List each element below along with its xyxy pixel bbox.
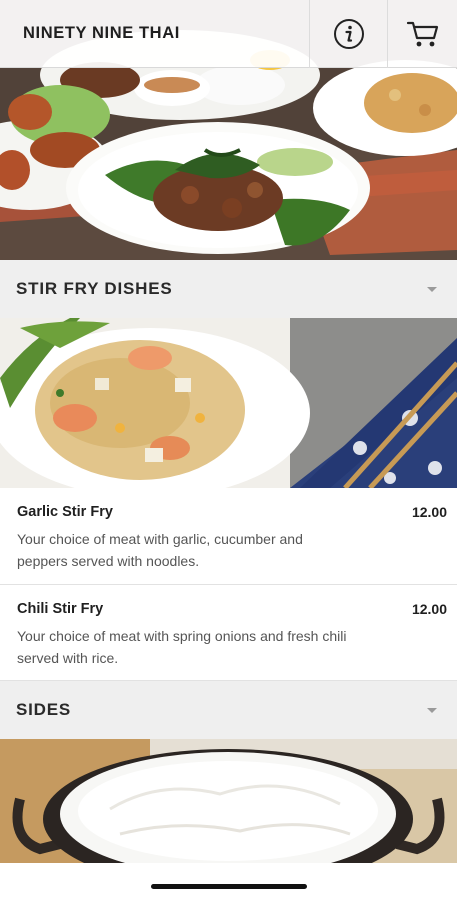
info-icon bbox=[333, 19, 364, 49]
info-button[interactable] bbox=[309, 0, 387, 68]
item-name: Chili Stir Fry bbox=[17, 601, 104, 617]
menu-item-garlic-stir-fry[interactable]: Garlic Stir Fry 12.00 Your choice of mea… bbox=[0, 488, 457, 585]
section-header-sides[interactable]: SIDES bbox=[0, 681, 457, 739]
stir-fry-section-image bbox=[0, 318, 457, 488]
section-title: STIR FRY DISHES bbox=[16, 279, 173, 298]
menu-item-chili-stir-fry[interactable]: Chili Stir Fry 12.00 Your choice of meat… bbox=[0, 585, 457, 681]
section-header-stir-fry[interactable]: STIR FRY DISHES bbox=[0, 260, 457, 318]
app-header: NINETY NINE THAI bbox=[0, 0, 457, 68]
item-description: Your choice of meat with spring onions a… bbox=[17, 628, 347, 666]
bottom-safe-area bbox=[0, 863, 457, 900]
item-description: Your choice of meat with garlic, cucumbe… bbox=[17, 531, 303, 569]
chevron-down-icon bbox=[427, 707, 437, 713]
section-title: SIDES bbox=[16, 700, 72, 719]
sides-section-image bbox=[0, 739, 457, 863]
home-indicator[interactable] bbox=[151, 884, 307, 889]
item-price: 12.00 bbox=[411, 601, 447, 617]
item-name: Garlic Stir Fry bbox=[17, 504, 113, 520]
cart-button[interactable] bbox=[387, 0, 457, 68]
cart-icon bbox=[406, 21, 438, 47]
rice-bowl-illustration bbox=[0, 739, 457, 863]
chevron-down-icon bbox=[427, 286, 437, 292]
item-price: 12.00 bbox=[411, 504, 447, 520]
app-title: NINETY NINE THAI bbox=[23, 24, 180, 42]
stir-fry-illustration bbox=[0, 318, 457, 488]
